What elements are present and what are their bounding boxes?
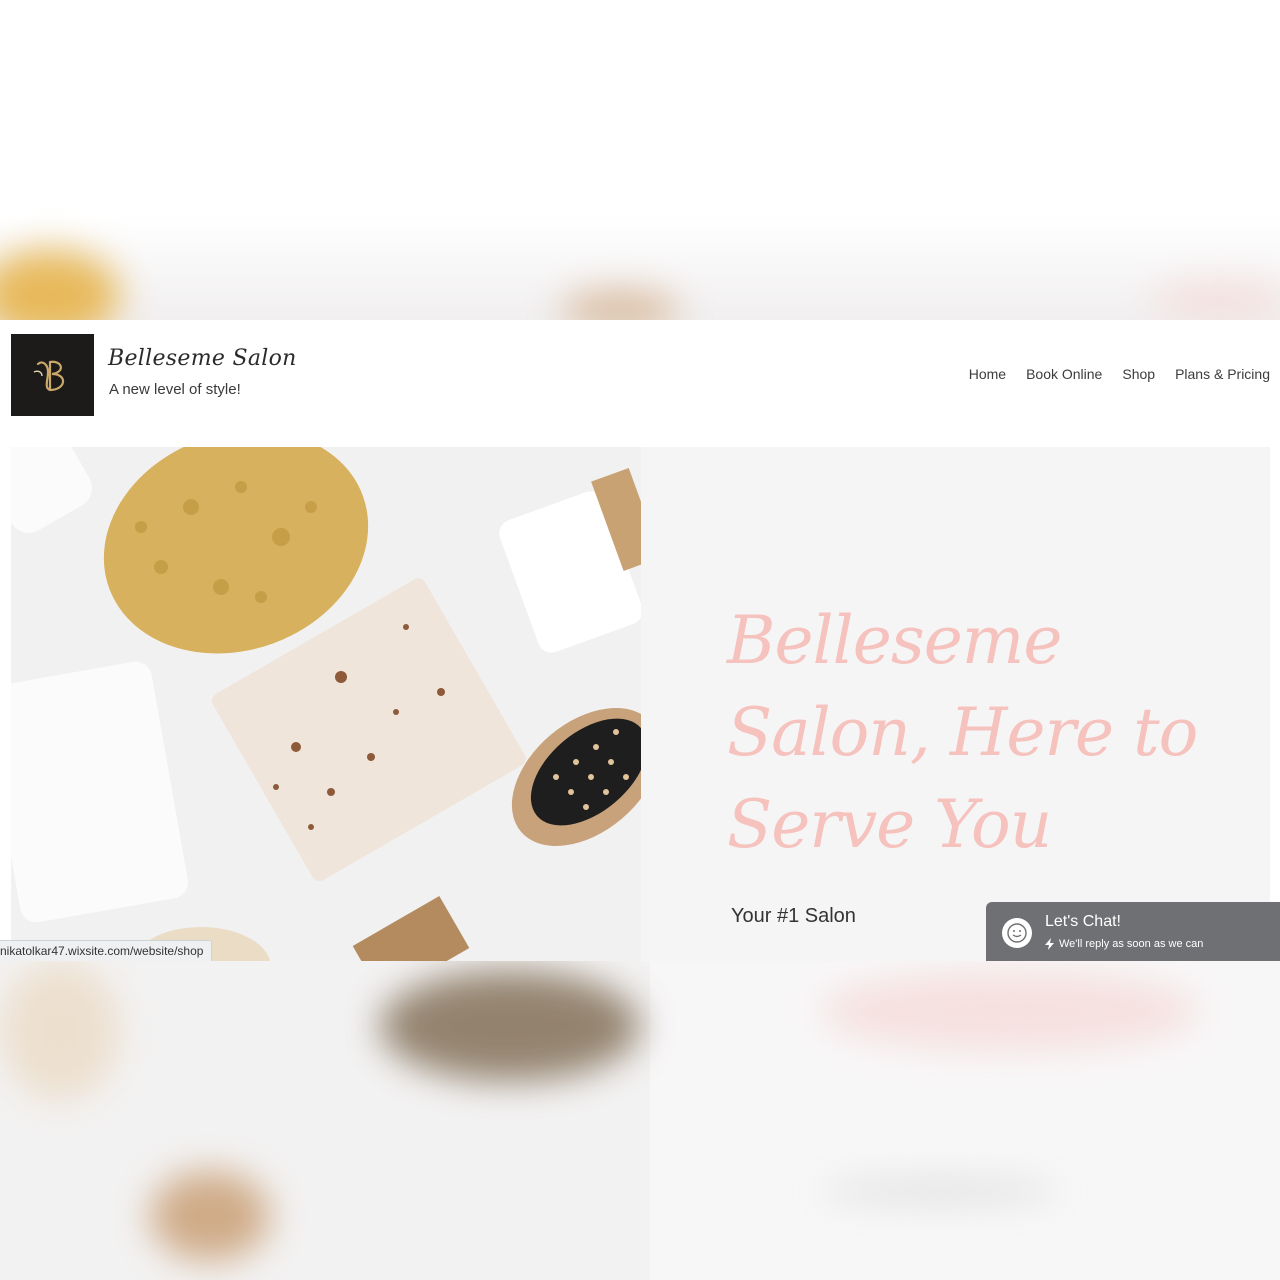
hero-title: Belleseme Salon, Here to Serve You	[727, 602, 1198, 863]
nav-shop[interactable]: Shop	[1122, 366, 1155, 382]
salon-logo-icon	[33, 360, 64, 392]
nav-home[interactable]: Home	[969, 366, 1006, 382]
blurred-background-top	[0, 0, 1280, 320]
hero-text-panel: Belleseme Salon, Here to Serve You Your …	[641, 447, 1270, 961]
site-tagline: A new level of style!	[109, 381, 241, 398]
hero-product-image	[11, 447, 641, 961]
nav-plans-pricing[interactable]: Plans & Pricing	[1175, 366, 1270, 382]
blurred-background-bottom	[0, 961, 1280, 1280]
chat-title: Let's Chat!	[1045, 913, 1121, 930]
browser-status-url: nikatolkar47.wixsite.com/website/shop	[0, 940, 213, 961]
website-page: Belleseme Salon A new level of style! Ho…	[0, 320, 1280, 961]
chat-subtitle-row: We'll reply as soon as we can	[1045, 938, 1203, 950]
chat-subtitle: We'll reply as soon as we can	[1059, 938, 1204, 950]
salon-logo[interactable]	[11, 334, 94, 416]
nav-book-online[interactable]: Book Online	[1026, 366, 1102, 382]
hero-subtitle: Your #1 Salon	[731, 905, 856, 927]
main-nav: Home Book Online Shop Plans & Pricing	[969, 366, 1270, 382]
lightning-icon	[1045, 938, 1054, 950]
smiley-icon	[1002, 918, 1032, 948]
site-title[interactable]: Belleseme Salon	[108, 346, 297, 371]
chat-widget[interactable]: Let's Chat! We'll reply as soon as we ca…	[986, 902, 1280, 961]
site-header: Belleseme Salon A new level of style! Ho…	[0, 320, 1280, 430]
